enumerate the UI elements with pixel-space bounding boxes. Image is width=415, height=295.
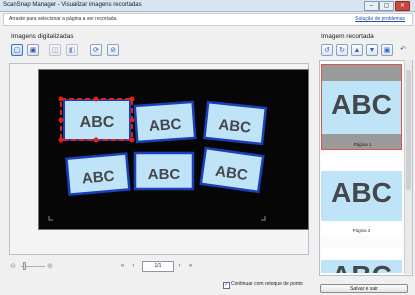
rotate-right-icon: ↻	[339, 47, 345, 54]
card-5-text: ABC	[148, 166, 181, 183]
rotate-button[interactable]: ⟳	[90, 44, 102, 56]
single-view-button[interactable]: ▢	[11, 44, 23, 56]
next-page-button[interactable]: ›	[175, 262, 184, 271]
undo-button[interactable]: ↶	[397, 44, 409, 56]
delete-icon: ⊘	[110, 47, 116, 54]
save-icon: ▣	[383, 47, 391, 54]
close-button[interactable]: ✕	[395, 1, 410, 11]
thumbnail-1-label: Página 1	[353, 142, 372, 147]
title-bar: ScanSnap Manager - Visualizar imagens re…	[0, 0, 415, 12]
card-4-text: ABC	[81, 168, 115, 188]
document-card-2[interactable]: ABC	[133, 100, 197, 144]
delete-crop-button[interactable]: ⊘	[107, 44, 119, 56]
undo-icon: ↶	[400, 46, 406, 53]
document-card-3[interactable]: ABC	[203, 100, 268, 146]
info-bar: Arraste para selecionar a página a ser r…	[3, 13, 413, 26]
window-title: ScanSnap Manager - Visualizar imagens re…	[3, 2, 142, 8]
maximize-button[interactable]: ▢	[379, 1, 394, 11]
multi-view-button[interactable]: ▣	[27, 44, 39, 56]
thumbnail-1-text: ABC	[331, 89, 392, 120]
document-card-1[interactable]: ABC	[63, 99, 131, 141]
thumbnail-1-top-band	[322, 65, 401, 81]
instruction-text: Arraste para selecionar a página a ser r…	[9, 16, 118, 22]
cropped-image-label: Imagem recortada	[321, 33, 374, 40]
zoom-in-icon[interactable]: ⊕	[47, 262, 53, 270]
image-view-icon: ▣	[29, 47, 37, 54]
merge-button[interactable]: ◧	[66, 44, 78, 56]
rotate-right-button[interactable]: ↻	[336, 44, 348, 56]
rotate-left-icon: ↺	[324, 47, 330, 54]
merge-icon: ◧	[68, 47, 76, 54]
thumbnail-page-2[interactable]: ABC Página 2	[321, 156, 402, 236]
scanned-images-label: Imagens digitalizadas	[11, 33, 74, 40]
document-card-5[interactable]: ABC	[133, 151, 195, 191]
last-page-button[interactable]: »	[186, 262, 195, 271]
save-and-exit-button[interactable]: Salvar e sair	[320, 284, 408, 293]
thumbnail-3-text: ABC	[321, 260, 402, 273]
continue-checkbox[interactable]: ✓	[223, 282, 230, 289]
first-page-button[interactable]: «	[118, 262, 127, 271]
document-card-6[interactable]: ABC	[199, 146, 265, 194]
thumbnail-scrollbar[interactable]	[404, 60, 412, 274]
page-number-field[interactable]: 1/1	[142, 261, 174, 272]
card-3-text: ABC	[218, 116, 252, 136]
zoom-slider-handle[interactable]	[23, 262, 26, 270]
troubleshooting-link[interactable]: Solução de problemas	[355, 16, 405, 22]
zoom-out-icon[interactable]: ⊖	[10, 262, 16, 270]
single-page-icon: ▢	[13, 47, 21, 54]
move-down-button[interactable]: ▼	[366, 44, 378, 56]
card-2-text: ABC	[148, 116, 182, 135]
thumbnail-2-text: ABC	[331, 177, 392, 208]
move-up-button[interactable]: ▲	[351, 44, 363, 56]
scan-preview[interactable]: ABC ABC ABC ABC ABC ABC	[38, 69, 309, 230]
thumbnail-page-3[interactable]: ABC	[321, 248, 402, 273]
previous-page-button[interactable]: ‹	[129, 262, 138, 271]
card-1-text: ABC	[80, 114, 115, 131]
thumbnail-2-label: Página 2	[352, 228, 371, 233]
thumbnail-page-1[interactable]: ABC Página 1	[321, 64, 402, 150]
preview-canvas: ABC ABC ABC ABC ABC ABC	[48, 96, 268, 221]
arrow-down-icon: ▼	[368, 47, 376, 54]
split-button[interactable]: ◫	[49, 44, 61, 56]
rotate-icon: ⟳	[93, 47, 99, 54]
scrollbar-thumb[interactable]	[406, 70, 411, 190]
minimize-button[interactable]: –	[364, 1, 379, 11]
corner-marks	[48, 216, 266, 221]
arrow-up-icon: ▲	[353, 47, 361, 54]
save-page-button[interactable]: ▣	[381, 44, 393, 56]
split-icon: ◫	[51, 47, 59, 54]
continue-checkbox-label: Continuar com retoque de ponto	[231, 281, 303, 287]
rotate-left-button[interactable]: ↺	[321, 44, 333, 56]
document-card-4[interactable]: ABC	[65, 152, 131, 196]
